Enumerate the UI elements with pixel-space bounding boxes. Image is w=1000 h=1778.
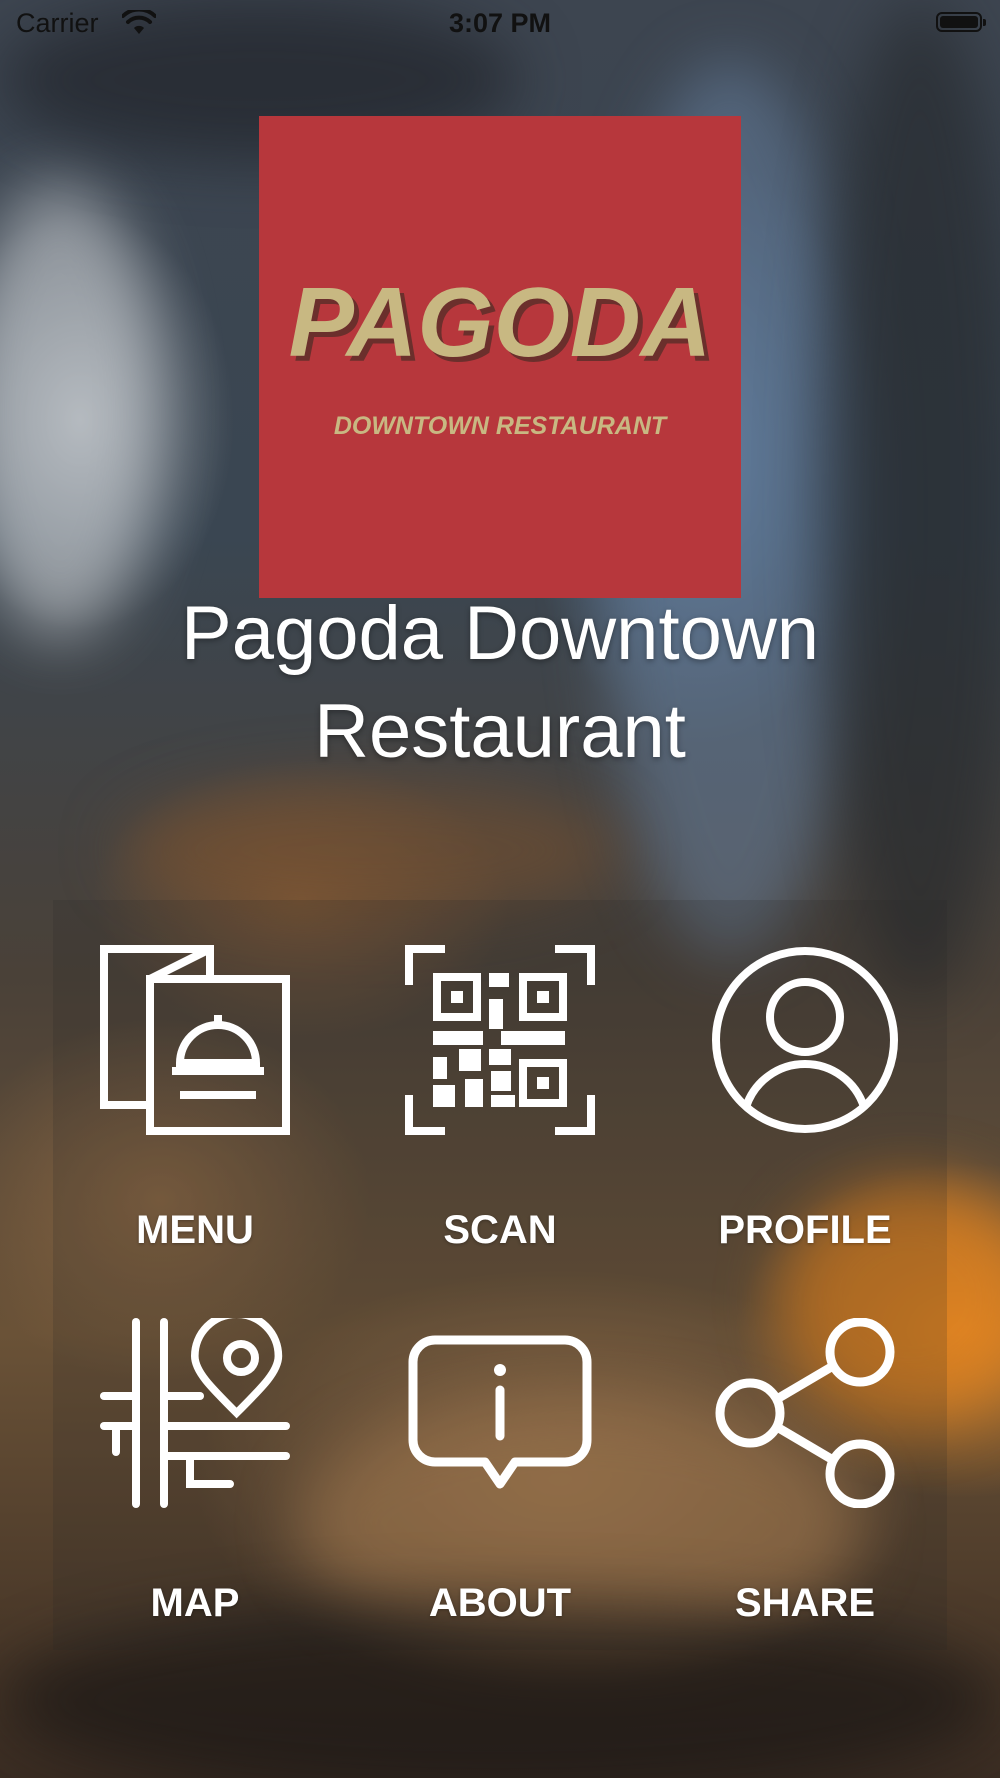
- share-icon: [710, 1317, 900, 1509]
- map-label: MAP: [150, 1581, 240, 1625]
- menu-label: MENU: [136, 1208, 254, 1252]
- qr-code-icon: [405, 945, 595, 1135]
- share-label: SHARE: [734, 1581, 876, 1625]
- share-button[interactable]: SHARE: [675, 1273, 935, 1625]
- logo-brand-text: PAGODA: [289, 267, 712, 377]
- about-label: ABOUT: [428, 1581, 572, 1625]
- action-grid: MENU SCAN PROFILE MAP ABOUT SHARE: [53, 900, 947, 1650]
- scan-button[interactable]: SCAN: [370, 900, 630, 1252]
- battery-icon: [936, 12, 986, 32]
- about-button[interactable]: ABOUT: [370, 1273, 630, 1625]
- status-bar: Carrier 3:07 PM: [0, 0, 1000, 50]
- restaurant-name-line2: Restaurant: [314, 689, 686, 774]
- info-icon: [405, 1318, 595, 1508]
- menu-icon: [100, 945, 290, 1135]
- restaurant-name-line1: Pagoda Downtown: [181, 591, 819, 676]
- map-button[interactable]: MAP: [65, 1273, 325, 1625]
- logo-tagline: DOWNTOWN RESTAURANT: [334, 412, 669, 440]
- restaurant-name: Pagoda Downtown Restaurant: [0, 585, 1000, 781]
- profile-label: PROFILE: [718, 1208, 892, 1252]
- map-pin-icon: [100, 1310, 290, 1508]
- clock: 3:07 PM: [448, 8, 552, 38]
- profile-button[interactable]: PROFILE: [675, 900, 935, 1252]
- menu-button[interactable]: MENU: [65, 900, 325, 1252]
- profile-icon: [710, 945, 900, 1135]
- scan-label: SCAN: [443, 1208, 557, 1252]
- restaurant-logo: PAGODA PAGODA DOWNTOWN RESTAURANT: [259, 116, 741, 598]
